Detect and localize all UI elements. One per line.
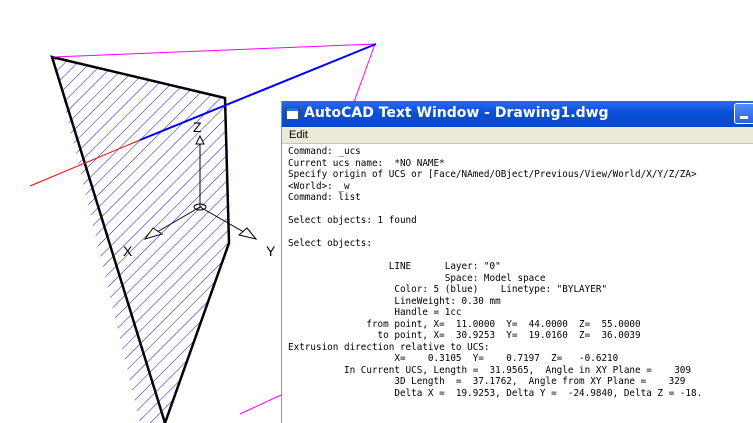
ucs-x-label: X <box>123 243 133 259</box>
console-line: from point, X= 11.0000 Y= 44.0000 Z= 55.… <box>288 318 641 330</box>
hatched-face[interactable] <box>53 57 228 423</box>
console-line: Space: Model space <box>288 272 546 284</box>
magenta-line-lower[interactable] <box>239 394 282 415</box>
window-titlebar[interactable]: AutoCAD Text Window - Drawing1.dwg <box>282 101 753 127</box>
console-line: LINE Layer: "0" <box>288 261 501 272</box>
console-line: 3D Length = 37.1762, Angle from XY Plane… <box>288 376 686 387</box>
console-line: LineWeight: 0.30 mm <box>288 295 501 307</box>
console-line: Command: list <box>288 192 361 203</box>
window-app-icon <box>286 107 299 120</box>
ucs-z-label: Z <box>193 119 202 135</box>
command-history[interactable]: Command: _ucs Current ucs name: *NO NAME… <box>288 146 753 423</box>
minimize-icon <box>740 116 748 119</box>
console-line: Delta X = 19.9253, Delta Y = -24.9840, D… <box>288 387 703 399</box>
console-line: Command: _ucs <box>288 146 361 157</box>
autocad-text-window[interactable]: AutoCAD Text Window - Drawing1.dwg Edit … <box>281 101 753 423</box>
console-line: Select objects: <box>288 238 372 249</box>
console-line: Handle = 1cc <box>288 307 462 318</box>
ucs-y-label: Y <box>266 243 276 259</box>
menu-edit[interactable]: Edit <box>289 129 308 141</box>
console-line: Select objects: 1 found <box>288 215 417 226</box>
minimize-button[interactable] <box>734 103 753 124</box>
console-line: X= 0.3105 Y= 0.7197 Z= -0.6210 <box>288 353 619 364</box>
window-title: AutoCAD Text Window - Drawing1.dwg <box>304 105 609 121</box>
magenta-line-top[interactable] <box>52 43 376 58</box>
console-line: to point, X= 30.9253 Y= 19.0160 Z= 36.00… <box>288 330 641 341</box>
console-line: <World>: _w <box>288 180 350 192</box>
console-line: Extrusion direction relative to UCS: <box>288 341 490 353</box>
console-line: Specify origin of UCS or [Face/NAmed/OBj… <box>288 169 697 180</box>
console-line: Color: 5 (blue) Linetype: "BYLAYER" <box>288 284 608 295</box>
console-line: In Current UCS, Length = 31.9565, Angle … <box>288 364 691 376</box>
menu-bar: Edit <box>282 127 753 144</box>
console-line: Current ucs name: *NO NAME* <box>288 157 445 169</box>
